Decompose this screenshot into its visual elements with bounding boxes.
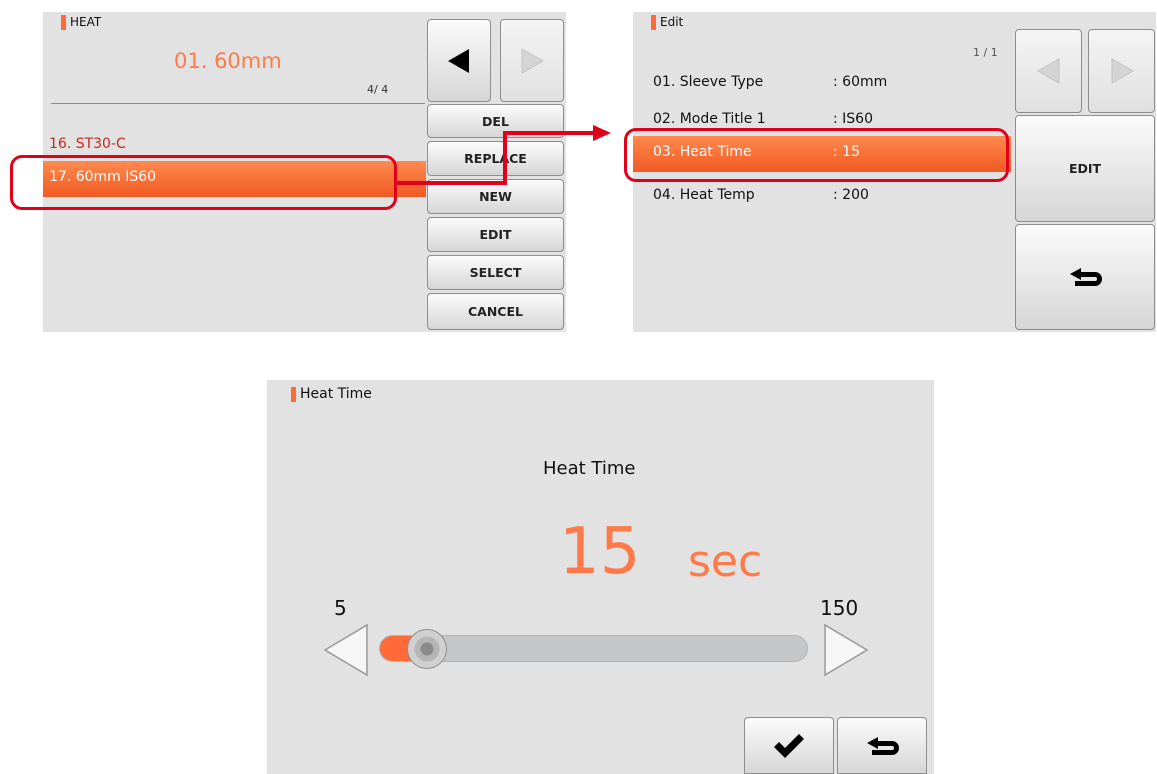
slider-track[interactable] [379,629,808,669]
decrease-button[interactable] [321,622,371,682]
annotation-box-selected-item [10,155,397,210]
range-min: 5 [334,596,347,620]
triangle-right-icon [1111,58,1134,84]
row-value: : 200 [833,187,869,203]
edit-button[interactable]: EDIT [427,217,564,252]
heat-header: HEAT [61,12,101,32]
row-label[interactable]: 01. Sleeve Type [653,74,763,90]
page-indicator: 4/ 4 [367,83,389,96]
return-icon [1070,268,1102,286]
return-icon [867,736,899,755]
list-item[interactable]: 16. ST30-C [49,136,126,152]
edit-header-title: Edit [660,15,684,29]
triangle-left-icon [448,48,469,73]
row-value: : IS60 [833,111,873,127]
triangle-right-icon [824,623,869,677]
setting-value: 15 [559,515,641,589]
heat-header-title: HEAT [70,15,102,29]
header-accent [61,14,66,30]
check-icon [774,733,804,758]
triangle-left-icon [323,623,368,677]
edit-button[interactable]: EDIT [1015,115,1155,222]
next-button[interactable] [1088,29,1155,113]
setting-unit: sec [688,536,763,587]
edit-header: Edit [651,12,683,32]
page-indicator: 1 / 1 [973,46,998,59]
current-mode: 01. 60mm [174,49,282,73]
prev-button[interactable] [427,19,491,102]
row-label[interactable]: 04. Heat Temp [653,187,755,203]
range-max: 150 [820,596,859,620]
cancel-button[interactable]: CANCEL [427,293,564,330]
back-button[interactable] [837,717,927,774]
triangle-right-icon [521,47,544,74]
heat-time-screen: Heat Time Heat Time 15 sec 5 150 [267,380,934,774]
next-button[interactable] [500,19,564,102]
select-button[interactable]: SELECT [427,255,564,290]
header-accent [651,14,656,30]
triangle-left-icon [1036,58,1059,84]
annotation-arrow [397,125,611,185]
heat-time-header: Heat Time [291,384,372,404]
row-label[interactable]: 02. Mode Title 1 [653,111,766,127]
divider [51,103,425,104]
heat-time-header-title: Heat Time [300,386,372,402]
header-accent [291,386,296,402]
row-value: : 60mm [833,74,888,90]
setting-title: Heat Time [543,458,636,479]
prev-button[interactable] [1015,29,1082,113]
increase-button[interactable] [821,622,871,682]
slider-thumb[interactable] [407,629,448,669]
confirm-button[interactable] [744,717,834,774]
back-button[interactable] [1015,224,1155,330]
annotation-box-heat-time [624,128,1009,182]
